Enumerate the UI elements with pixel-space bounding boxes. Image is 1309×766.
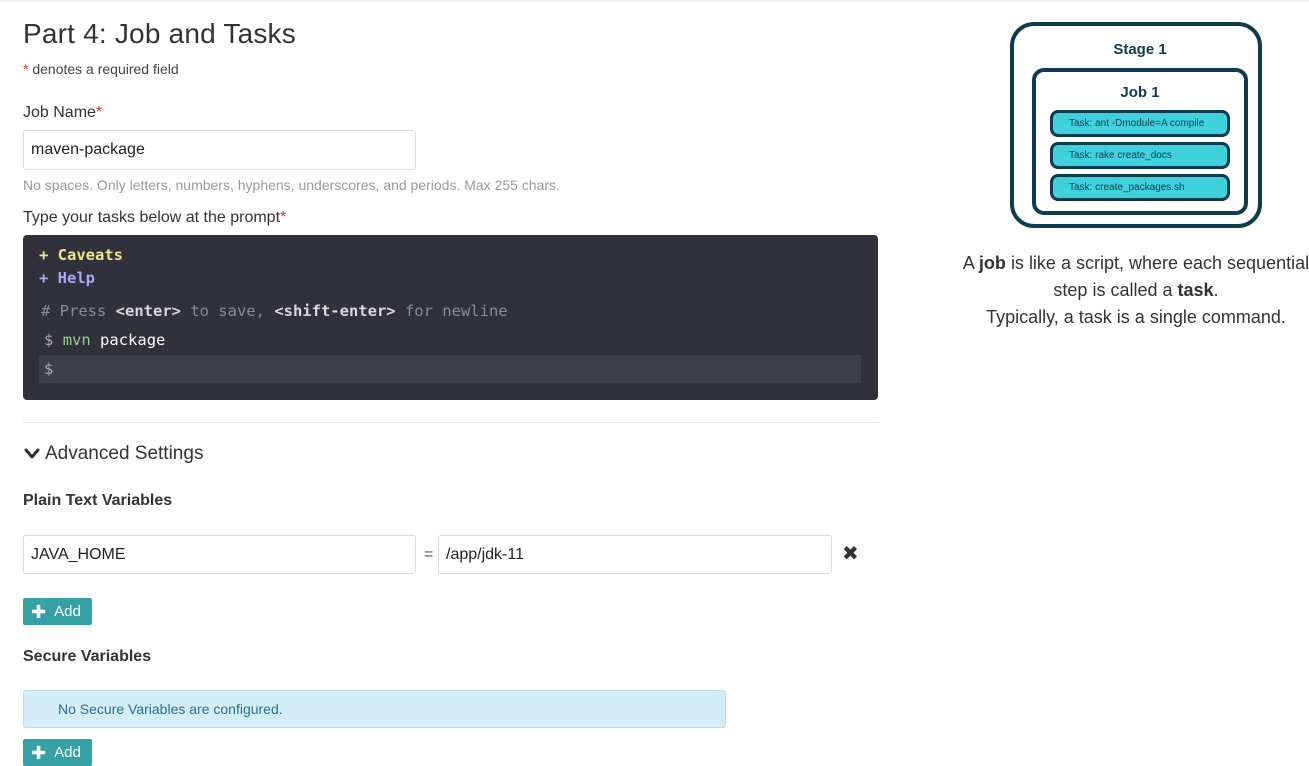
add-label: Add xyxy=(54,603,81,620)
task-terminal[interactable]: + Caveats + Help # Press <enter> to save… xyxy=(23,235,878,400)
explanation-line-2: Typically, a task is a single command. xyxy=(986,307,1286,327)
job-name-input[interactable]: maven-package xyxy=(23,130,416,170)
job-explanation: A job is like a script, where each seque… xyxy=(960,250,1309,331)
plain-var-value-value: /app/jdk-11 xyxy=(446,545,524,563)
prompt-symbol: $ xyxy=(44,331,54,349)
caveats-toggle[interactable]: + Caveats xyxy=(39,246,123,264)
task-args: package xyxy=(100,331,166,349)
section-divider xyxy=(23,422,878,423)
secure-empty-text: No Secure Variables are configured. xyxy=(58,701,283,717)
required-star: * xyxy=(95,104,103,121)
plain-var-value-input[interactable]: /app/jdk-11 xyxy=(438,535,832,574)
plain-var-name-input[interactable]: JAVA_HOME xyxy=(23,535,416,574)
job-name-label: Job Name* xyxy=(23,104,102,122)
explanation-a: A xyxy=(962,253,974,273)
job-name-label-text: Job Name xyxy=(23,104,96,121)
top-shadow xyxy=(0,0,1309,3)
required-note: * denotes a required field xyxy=(23,61,179,77)
terminal-hint: # Press <enter> to save, <shift-enter> f… xyxy=(41,302,508,320)
advanced-settings-label: Advanced Settings xyxy=(45,443,204,464)
diagram-task: Task: ant -Dmodule=A compile xyxy=(1050,110,1230,137)
job-name-value: maven-package xyxy=(31,141,145,158)
job-name-help: No spaces. Only letters, numbers, hyphen… xyxy=(23,177,560,193)
diagram-stage-box: Stage 1 Job 1 Task: ant -Dmodule=A compi… xyxy=(1010,22,1262,228)
diagram-task: Task: rake create_docs xyxy=(1050,142,1230,169)
add-plain-variable-button[interactable]: ✚ Add xyxy=(23,598,92,625)
remove-variable-icon[interactable]: ✖ xyxy=(842,544,859,564)
diagram-stage-label: Stage 1 xyxy=(1113,41,1167,58)
secure-vars-title: Secure Variables xyxy=(23,648,152,665)
task-prompt-input[interactable]: $ xyxy=(39,355,861,383)
new-prompt-symbol: $ xyxy=(44,360,54,378)
hint-prefix: # Press xyxy=(41,302,116,320)
entered-task[interactable]: $ mvn package xyxy=(44,331,165,349)
required-star: * xyxy=(23,61,29,77)
explanation-end: . xyxy=(1213,280,1219,300)
add-secure-variable-button[interactable]: ✚ Add xyxy=(23,739,92,766)
secure-vars-empty-alert: No Secure Variables are configured. xyxy=(23,690,726,728)
stage-job-task-diagram: Stage 1 Job 1 Task: ant -Dmodule=A compi… xyxy=(1010,22,1262,228)
hint-mid: to save, xyxy=(180,302,275,320)
page-title: Part 4: Job and Tasks xyxy=(23,18,296,49)
hint-shift-enter-key: <shift-enter> xyxy=(274,302,396,320)
chevron-down-icon xyxy=(24,448,40,459)
diagram-job-label: Job 1 xyxy=(1120,84,1160,101)
task-command: mvn xyxy=(62,331,91,349)
plus-icon: ✚ xyxy=(31,742,47,763)
required-star: * xyxy=(280,209,287,226)
explanation-task: task xyxy=(1177,280,1214,300)
explanation-job: job xyxy=(978,253,1006,273)
hint-suffix: for newline xyxy=(395,302,508,320)
required-note-text: denotes a required field xyxy=(32,61,179,77)
diagram-task: Task: create_packages.sh xyxy=(1050,174,1230,201)
add-label: Add xyxy=(54,744,81,761)
tasks-label: Type your tasks below at the prompt* xyxy=(23,209,286,227)
explanation-mid: is like a script, where each sequential … xyxy=(1010,253,1309,300)
diagram-job-box: Job 1 Task: ant -Dmodule=A compile Task:… xyxy=(1032,68,1248,215)
help-toggle[interactable]: + Help xyxy=(39,269,95,287)
plain-vars-title: Plain Text Variables xyxy=(23,492,173,509)
tasks-label-text: Type your tasks below at the prompt xyxy=(23,209,281,226)
hint-enter-key: <enter> xyxy=(115,302,181,320)
explanation-line: A job is like a script, where each seque… xyxy=(960,250,1309,304)
plus-icon: ✚ xyxy=(31,601,47,622)
plain-var-name-value: JAVA_HOME xyxy=(31,545,126,563)
advanced-settings-toggle[interactable]: Advanced Settings xyxy=(23,443,203,465)
equals-sign: = xyxy=(424,546,434,563)
